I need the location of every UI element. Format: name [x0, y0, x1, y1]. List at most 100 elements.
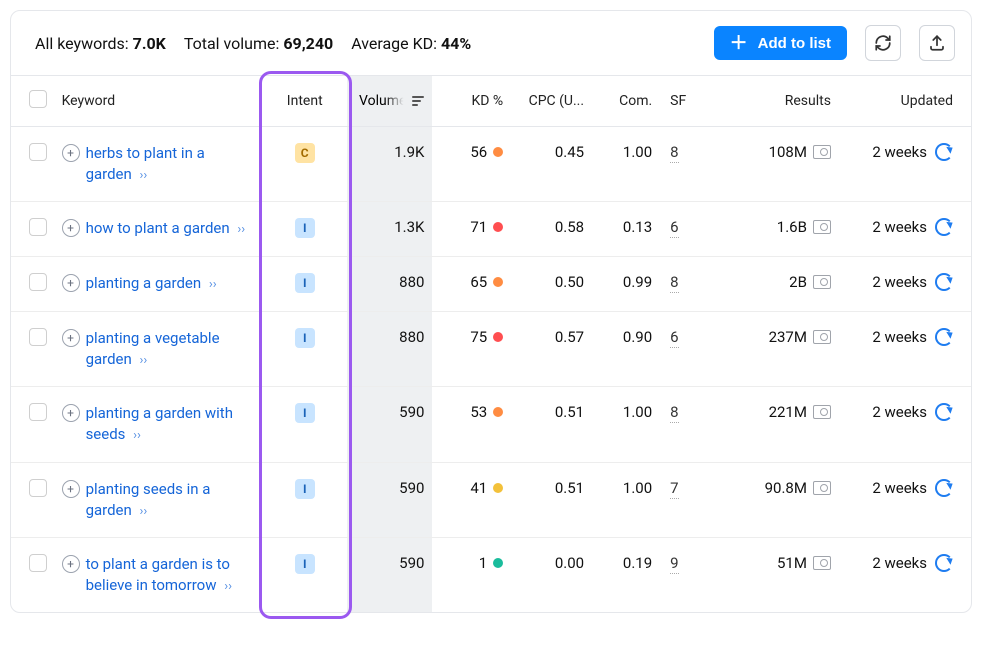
kd-value: 75 [440, 328, 503, 346]
row-checkbox[interactable] [29, 218, 47, 236]
expand-icon[interactable]: + [62, 404, 80, 422]
keyword-link[interactable]: planting seeds in a garden ›› [86, 479, 255, 521]
kd-value: 65 [440, 273, 503, 291]
col-header-updated[interactable]: Updated [839, 76, 971, 127]
table-row: + planting a garden with seeds ›› I 590 … [11, 387, 971, 462]
kd-value: 56 [440, 143, 503, 161]
kd-value: 41 [440, 479, 503, 497]
sf-value[interactable]: 8 [670, 143, 678, 163]
summary-bar: All keywords: 7.0K Total volume: 69,240 … [11, 11, 971, 75]
col-header-intent[interactable]: Intent [262, 76, 347, 127]
col-header-cpc[interactable]: CPC (U... [511, 76, 592, 127]
refresh-all-button[interactable] [865, 25, 901, 61]
row-checkbox[interactable] [29, 479, 47, 497]
updated-value: 2 weeks [872, 273, 927, 291]
keyword-link[interactable]: planting a vegetable garden ›› [86, 328, 255, 370]
kd-dot-icon [493, 222, 503, 232]
col-header-keyword[interactable]: Keyword [54, 76, 263, 127]
cpc-value: 0.51 [511, 462, 592, 537]
intent-badge: I [295, 479, 315, 499]
serp-icon[interactable] [813, 145, 831, 159]
updated-value: 2 weeks [872, 479, 927, 497]
serp-icon[interactable] [813, 330, 831, 344]
kd-dot-icon [493, 277, 503, 287]
refresh-row-icon[interactable] [935, 479, 953, 497]
col-header-results[interactable]: Results [711, 76, 839, 127]
cpc-value: 0.00 [511, 537, 592, 612]
cpc-value: 0.57 [511, 312, 592, 387]
table-row: + planting a vegetable garden ›› I 880 7… [11, 312, 971, 387]
serp-icon[interactable] [813, 405, 831, 419]
chevron-right-icon: ›› [209, 277, 217, 292]
kd-dot-icon [493, 558, 503, 568]
volume-value: 590 [347, 537, 432, 612]
sf-value[interactable]: 6 [670, 218, 678, 238]
select-all-checkbox[interactable] [29, 90, 47, 108]
export-button[interactable] [919, 25, 955, 61]
keyword-link[interactable]: planting a garden with seeds ›› [86, 403, 255, 445]
sf-value[interactable]: 6 [670, 328, 678, 348]
row-checkbox[interactable] [29, 403, 47, 421]
refresh-row-icon[interactable] [935, 328, 953, 346]
com-value: 0.13 [592, 202, 660, 257]
sf-value[interactable]: 9 [670, 554, 678, 574]
cpc-value: 0.50 [511, 257, 592, 312]
com-value: 1.00 [592, 127, 660, 202]
refresh-row-icon[interactable] [935, 403, 953, 421]
sf-value[interactable]: 8 [670, 273, 678, 293]
kd-dot-icon [493, 407, 503, 417]
refresh-row-icon[interactable] [935, 143, 953, 161]
refresh-row-icon[interactable] [935, 218, 953, 236]
kd-dot-icon [493, 332, 503, 342]
table-row: + to plant a garden is to believe in tom… [11, 537, 971, 612]
row-checkbox[interactable] [29, 554, 47, 572]
chevron-right-icon: ›› [140, 168, 148, 183]
keyword-link[interactable]: herbs to plant in a garden ›› [86, 143, 255, 185]
all-keywords-stat: All keywords: 7.0K [35, 34, 166, 53]
updated-value: 2 weeks [872, 218, 927, 236]
kd-value: 71 [440, 218, 503, 236]
keyword-link[interactable]: planting a garden ›› [86, 273, 217, 294]
sf-value[interactable]: 7 [670, 479, 678, 499]
expand-icon[interactable]: + [62, 274, 80, 292]
keyword-panel: All keywords: 7.0K Total volume: 69,240 … [10, 10, 972, 613]
intent-badge: I [295, 273, 315, 293]
volume-value: 590 [347, 387, 432, 462]
plus-icon: ＋ [730, 34, 748, 52]
serp-icon[interactable] [813, 220, 831, 234]
com-value: 0.19 [592, 537, 660, 612]
col-header-sf[interactable]: SF [660, 76, 711, 127]
results-value: 108M [769, 143, 807, 161]
keyword-link[interactable]: how to plant a garden ›› [86, 218, 246, 239]
serp-icon[interactable] [813, 556, 831, 570]
keyword-link[interactable]: to plant a garden is to believe in tomor… [86, 554, 255, 596]
kd-value: 1 [440, 554, 503, 572]
intent-badge: I [295, 328, 315, 348]
results-value: 90.8M [765, 479, 807, 497]
sort-desc-icon [412, 96, 424, 106]
refresh-row-icon[interactable] [935, 554, 953, 572]
keyword-table: Keyword Intent Volume KD % CPC (U... Com… [11, 75, 971, 612]
chevron-right-icon: ›› [140, 504, 148, 519]
expand-icon[interactable]: + [62, 555, 80, 573]
col-header-kd[interactable]: KD % [432, 76, 511, 127]
expand-icon[interactable]: + [62, 144, 80, 162]
row-checkbox[interactable] [29, 143, 47, 161]
refresh-row-icon[interactable] [935, 273, 953, 291]
col-header-com[interactable]: Com. [592, 76, 660, 127]
serp-icon[interactable] [813, 481, 831, 495]
expand-icon[interactable]: + [62, 219, 80, 237]
table-row: + herbs to plant in a garden ›› C 1.9K 5… [11, 127, 971, 202]
serp-icon[interactable] [813, 275, 831, 289]
col-header-volume[interactable]: Volume [347, 76, 432, 127]
sf-value[interactable]: 8 [670, 403, 678, 423]
com-value: 0.99 [592, 257, 660, 312]
results-value: 221M [769, 403, 807, 421]
intent-badge: I [295, 554, 315, 574]
row-checkbox[interactable] [29, 328, 47, 346]
add-to-list-button[interactable]: ＋ Add to list [714, 26, 847, 60]
volume-label: Volume [359, 93, 406, 109]
row-checkbox[interactable] [29, 273, 47, 291]
expand-icon[interactable]: + [62, 329, 80, 347]
expand-icon[interactable]: + [62, 480, 80, 498]
